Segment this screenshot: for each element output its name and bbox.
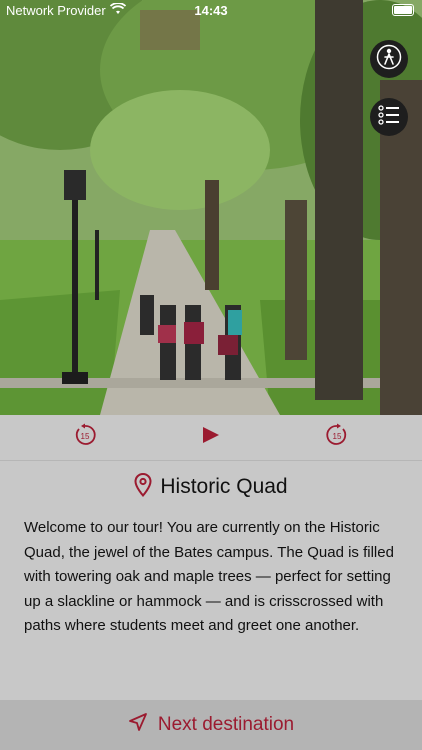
location-title: Historic Quad	[160, 475, 288, 498]
play-button[interactable]	[198, 424, 224, 450]
forward-15-button[interactable]: 15	[324, 423, 350, 452]
location-description: Welcome to our tour! You are currently o…	[24, 519, 394, 634]
play-icon	[201, 426, 221, 449]
rewind-seconds-label: 15	[81, 432, 90, 441]
next-destination-label: Next destination	[157, 714, 295, 735]
forward-seconds-label: 15	[333, 432, 342, 441]
location-pin-icon	[134, 472, 152, 502]
next-destination-button[interactable]: Next destination	[0, 700, 422, 750]
stop-list-button[interactable]	[370, 98, 408, 136]
navigation-arrow-icon	[128, 712, 148, 738]
location-header: Historic Quad	[0, 470, 422, 504]
quad-scene-illustration	[0, 0, 422, 415]
status-bar: Network Provider 14:43	[0, 0, 422, 22]
location-photo	[0, 0, 422, 415]
clock: 14:43	[194, 3, 228, 18]
rewind-15-icon: 15	[73, 423, 97, 452]
forward-15-icon: 15	[325, 423, 349, 452]
walking-mode-button[interactable]	[370, 40, 408, 78]
walking-person-icon	[376, 44, 402, 75]
audio-player-controls: 15 15	[0, 415, 422, 461]
rewind-15-button[interactable]: 15	[72, 423, 98, 452]
list-icon	[378, 104, 400, 130]
battery-icon	[392, 4, 414, 16]
